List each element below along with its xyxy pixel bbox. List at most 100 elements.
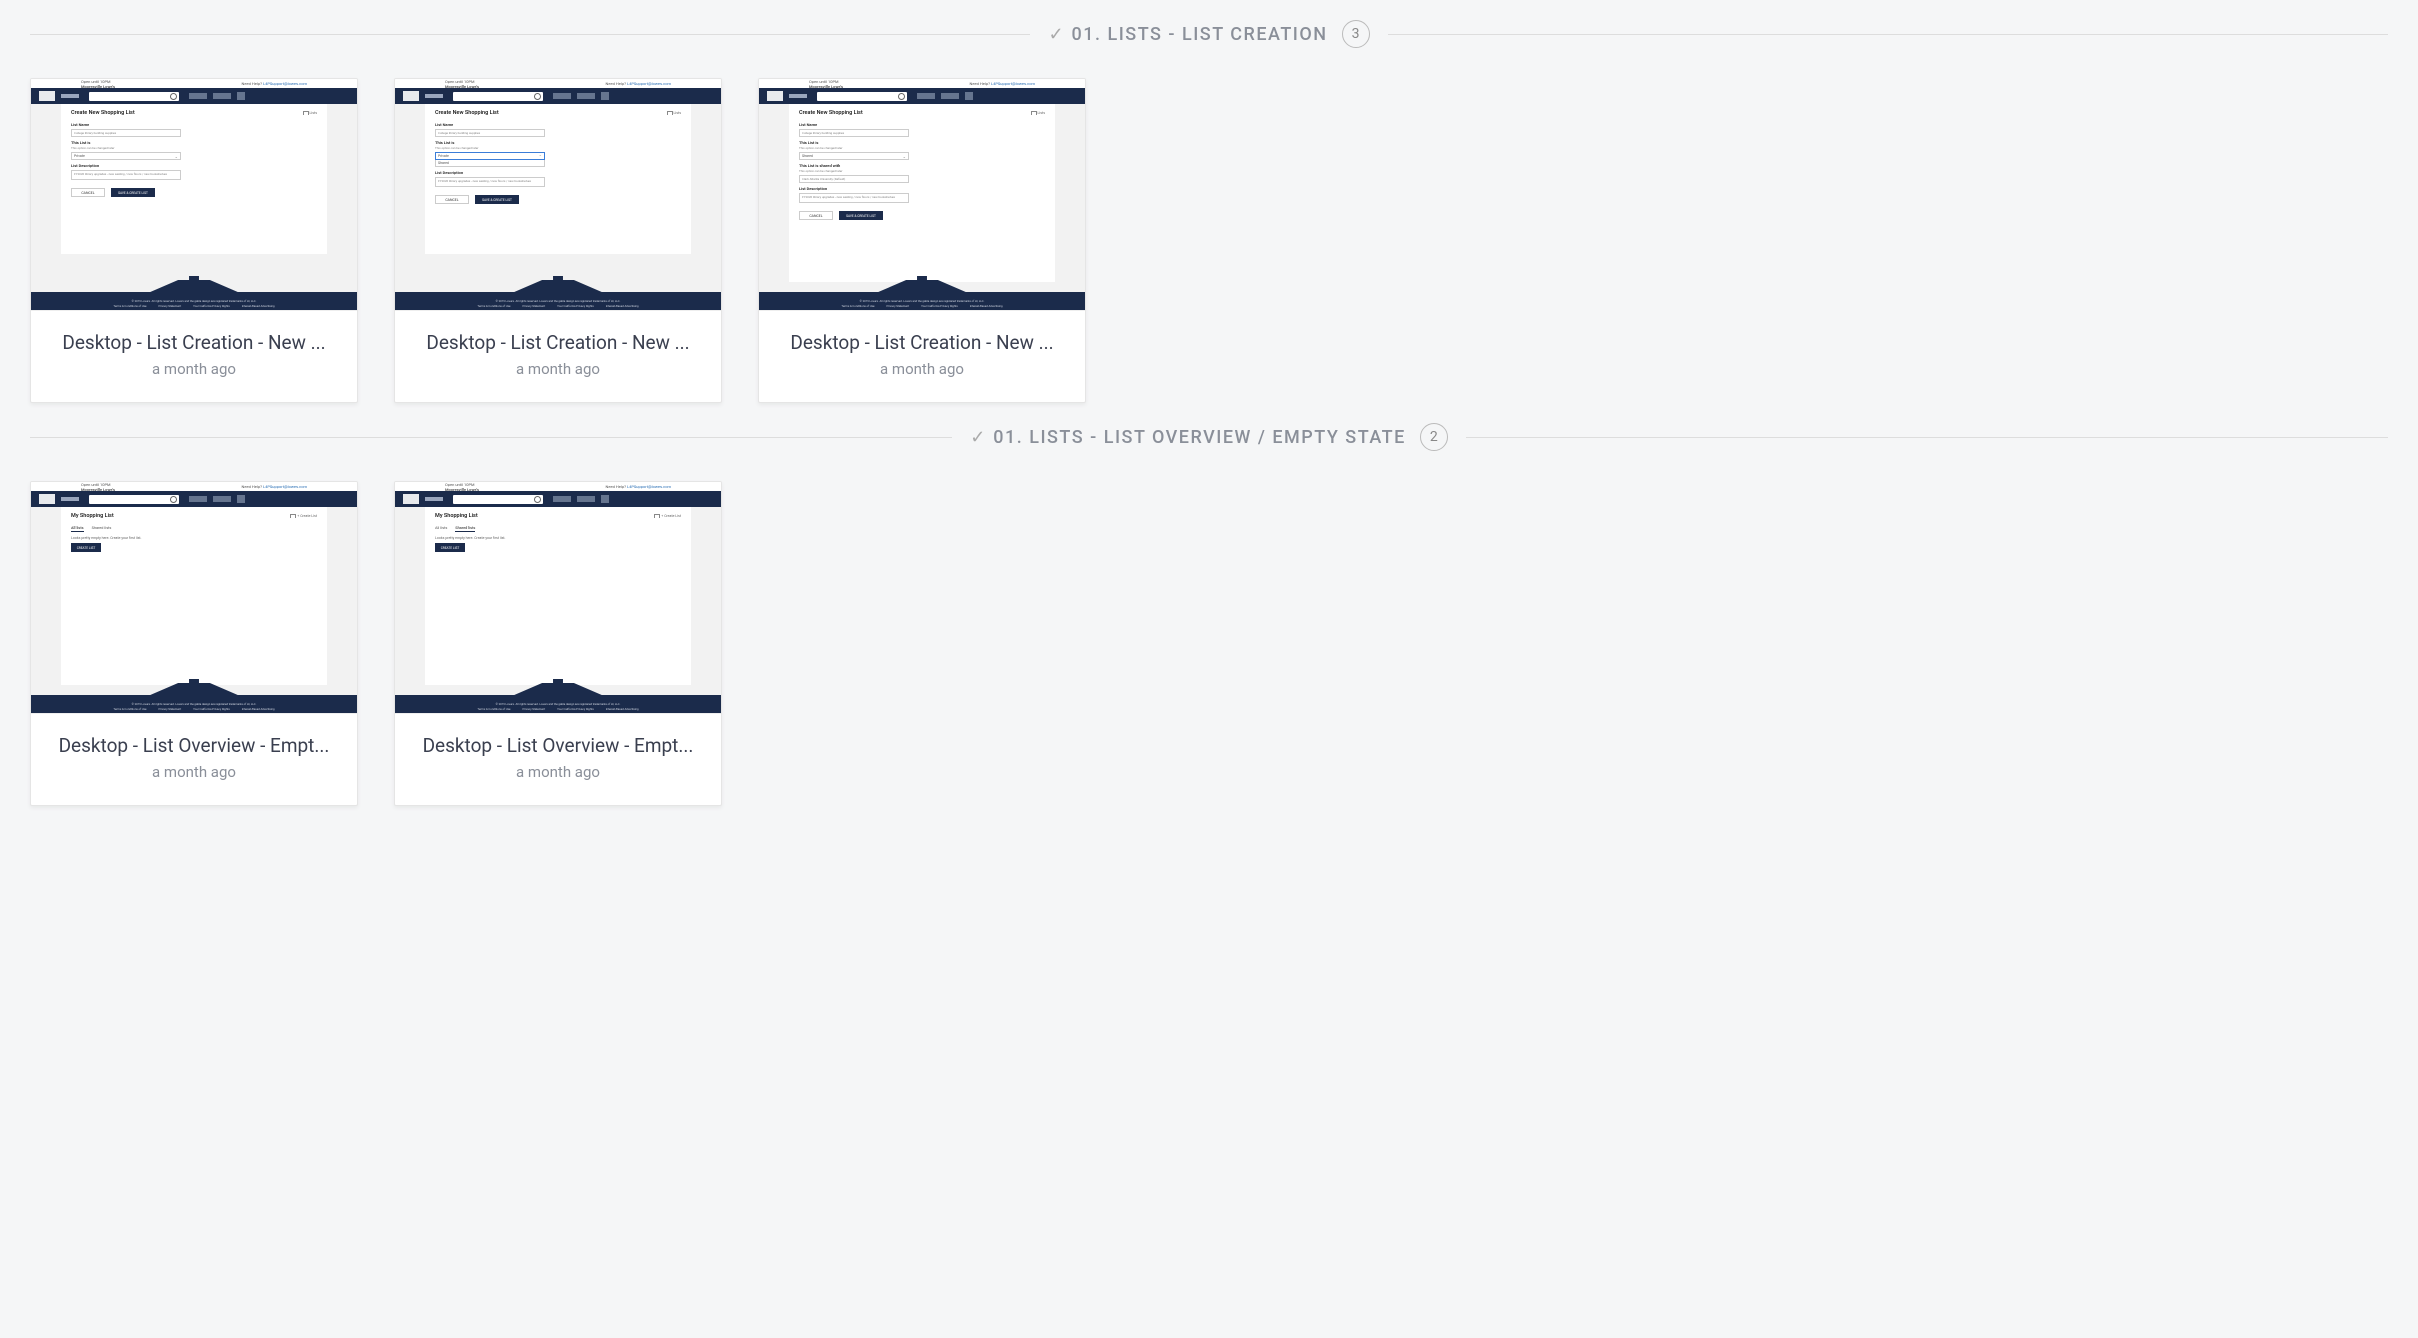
mock-footer-copyright: © 2019 Lowe's. All rights reserved. Lowe…: [132, 702, 257, 706]
section-title-wrap: ✓ 01. LISTS - LIST CREATION 3: [1030, 20, 1387, 48]
mock-bottom-gap: [31, 691, 357, 699]
mock-footer: © 2019 Lowe's. All rights reserved. Lowe…: [31, 296, 357, 310]
mockup: Open until 10PMMooresville Lowe's Need H…: [31, 482, 357, 713]
mock-roof-silhouette: [395, 266, 721, 296]
gallery-container: ✓ 01. LISTS - LIST CREATION 3 Open until…: [0, 20, 2418, 846]
mock-heading: Create New Shopping List Lists: [71, 110, 317, 116]
card-list-overview-1[interactable]: Open until 10PMMooresville Lowe's Need H…: [30, 481, 358, 806]
mock-bottom-gap: [395, 288, 721, 296]
mock-cart-icon: [601, 92, 609, 100]
card-thumbnail: Open until 10PMMooresville Lowe's Need H…: [395, 79, 721, 311]
mock-footer-copyright: © 2019 Lowe's. All rights reserved. Lowe…: [132, 299, 257, 303]
mock-bottom-gap: [759, 288, 1085, 296]
card-list-creation-3[interactable]: Open until 10PMMooresville Lowe's Need H…: [758, 78, 1086, 403]
mock-tab-shared: Shared lists: [455, 525, 475, 532]
mock-input-name: College library building supplies: [71, 129, 181, 137]
mock-topstrip-right: Need Help? L4PSupport@lowes.com: [242, 81, 307, 86]
chevron-down-icon: ⌄: [175, 154, 178, 159]
mock-header: [31, 88, 357, 104]
mock-input-name: College library building supplies: [799, 129, 909, 137]
mock-bottom-gap: [31, 288, 357, 296]
mock-cancel-button: CANCEL: [799, 211, 833, 220]
card-footer: Desktop - List Creation - New ... a mont…: [395, 311, 721, 402]
mock-topstrip: Open until 10PMMooresville Lowe's Need H…: [395, 482, 721, 491]
section-title: 01. LISTS - LIST CREATION: [1072, 24, 1328, 45]
mock-bottom-gap: [395, 691, 721, 699]
mock-cart-icon: [601, 495, 609, 503]
card-footer: Desktop - List Creation - New ... a mont…: [759, 311, 1085, 402]
mockup: Open until 10PMMooresville Lowe's Need H…: [759, 79, 1085, 310]
mock-actions: CANCEL SAVE & CREATE LIST: [799, 211, 1045, 220]
mock-dept-link: [61, 497, 79, 501]
section-header-list-creation: ✓ 01. LISTS - LIST CREATION 3: [30, 20, 2388, 48]
mock-logo: [39, 494, 55, 504]
mock-topstrip: Open until 10PMMooresville Lowe's Need H…: [395, 79, 721, 88]
mock-nav-item: [189, 93, 207, 99]
card-list-creation-2[interactable]: Open until 10PMMooresville Lowe's Need H…: [394, 78, 722, 403]
mock-nav-item: [213, 496, 231, 502]
mock-label-type: This List is: [435, 140, 681, 145]
mock-label-desc: List Description: [71, 163, 317, 168]
mock-nav-item: [213, 93, 231, 99]
mock-body: Create New Shopping List Lists List Name…: [61, 104, 327, 254]
mock-create-button: CREATE LIST: [71, 543, 101, 552]
card-title: Desktop - List Creation - New ...: [47, 331, 341, 354]
mock-body: My Shopping List + Create List All lists…: [425, 507, 691, 685]
card-list-overview-2[interactable]: Open until 10PMMooresville Lowe's Need H…: [394, 481, 722, 806]
card-timestamp: a month ago: [411, 360, 705, 378]
mock-select-type: Private⌄: [71, 152, 181, 160]
mock-logo: [39, 91, 55, 101]
mock-label-name: List Name: [71, 122, 317, 127]
mock-topstrip-right: Need Help? L4PSupport@lowes.com: [242, 484, 307, 489]
chevron-up-icon: ⌃: [539, 154, 542, 159]
card-grid-list-creation: Open until 10PMMooresville Lowe's Need H…: [30, 78, 2388, 403]
mock-footer-links: Terms & Conditions of UsePrivacy Stateme…: [113, 707, 274, 711]
mock-lists-link: Lists: [667, 111, 682, 115]
card-footer: Desktop - List Overview - Empt... a mont…: [395, 714, 721, 805]
mock-sublabel-type: This option can be changed later: [71, 146, 317, 150]
mock-dept-link: [789, 94, 807, 98]
mock-select-type-open: Private⌃: [435, 152, 545, 160]
mock-label-name: List Name: [435, 122, 681, 127]
mock-create-list-link: + Create List: [654, 514, 681, 518]
mock-label-desc: List Description: [799, 186, 1045, 191]
mock-footer-copyright: © 2019 Lowe's. All rights reserved. Lowe…: [496, 702, 621, 706]
mock-topstrip-right: Need Help? L4PSupport@lowes.com: [970, 81, 1035, 86]
mock-dept-link: [61, 94, 79, 98]
mock-footer: © 2019 Lowe's. All rights reserved. Lowe…: [395, 296, 721, 310]
mock-header: [395, 491, 721, 507]
mock-footer-links: Terms & Conditions of UsePrivacy Stateme…: [477, 707, 638, 711]
card-footer: Desktop - List Overview - Empt... a mont…: [31, 714, 357, 805]
mock-create-list-link: + Create List: [290, 514, 317, 518]
mock-label-type: This List is: [71, 140, 317, 145]
divider-line: [1388, 34, 2388, 35]
mock-cancel-button: CANCEL: [71, 188, 105, 197]
card-footer: Desktop - List Creation - New ... a mont…: [31, 311, 357, 402]
mock-search-input: [89, 92, 179, 101]
mock-nav-item: [577, 496, 595, 502]
mock-tabs: All lists Shared lists: [71, 525, 317, 532]
mock-sublabel-type: This option can be changed later: [435, 146, 681, 150]
mock-lists-link: Lists: [1031, 111, 1046, 115]
card-timestamp: a month ago: [775, 360, 1069, 378]
card-grid-list-overview: Open until 10PMMooresville Lowe's Need H…: [30, 481, 2388, 806]
mock-footer-copyright: © 2019 Lowe's. All rights reserved. Lowe…: [860, 299, 985, 303]
mock-actions: CANCEL SAVE & CREATE LIST: [435, 195, 681, 204]
card-title: Desktop - List Overview - Empt...: [411, 734, 705, 757]
mock-topstrip: Open until 10PMMooresville Lowe's Need H…: [31, 79, 357, 88]
mock-search-input: [89, 495, 179, 504]
card-thumbnail: Open until 10PMMooresville Lowe's Need H…: [31, 482, 357, 714]
check-icon: ✓: [970, 427, 985, 448]
card-thumbnail: Open until 10PMMooresville Lowe's Need H…: [759, 79, 1085, 311]
mock-textarea-desc: FY2020 library upgrades - new seating / …: [799, 193, 909, 203]
mock-search-input: [453, 495, 543, 504]
mock-nav-item: [917, 93, 935, 99]
mock-textarea-desc: FY2020 library upgrades - new seating / …: [71, 170, 181, 180]
card-list-creation-1[interactable]: Open until 10PMMooresville Lowe's Need H…: [30, 78, 358, 403]
mock-footer: © 2019 Lowe's. All rights reserved. Lowe…: [31, 699, 357, 713]
mock-lists-link: Lists: [303, 111, 318, 115]
divider-line: [30, 437, 952, 438]
mock-topstrip-right: Need Help? L4PSupport@lowes.com: [606, 81, 671, 86]
mock-save-button: SAVE & CREATE LIST: [839, 211, 883, 220]
mock-footer: © 2019 Lowe's. All rights reserved. Lowe…: [759, 296, 1085, 310]
